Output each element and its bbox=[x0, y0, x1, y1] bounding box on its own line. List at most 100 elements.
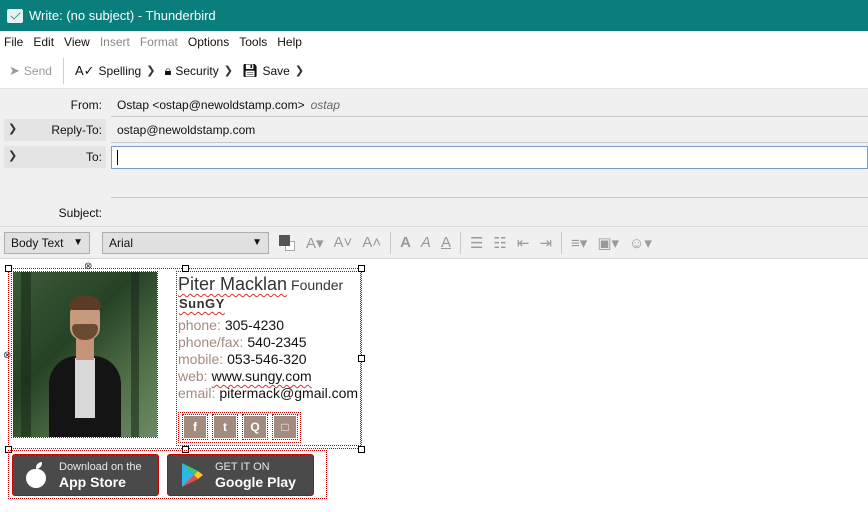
save-label: Save bbox=[262, 63, 290, 78]
thunderbird-compose-icon bbox=[7, 8, 23, 23]
contact-phone: phone: 305-4230 bbox=[178, 317, 284, 333]
font-value: Arial bbox=[109, 235, 134, 250]
resize-handle[interactable] bbox=[5, 265, 12, 272]
toolbar-separator bbox=[390, 231, 392, 254]
photo-neck bbox=[76, 338, 94, 360]
contact-key: web: bbox=[178, 368, 208, 384]
signature-name: Piter Macklan bbox=[178, 274, 288, 294]
google-play-small-text: GET IT ON bbox=[215, 460, 270, 473]
subject-label: Subject: bbox=[58, 206, 102, 220]
facebook-icon[interactable]: f bbox=[182, 414, 208, 440]
twitter-icon[interactable]: t bbox=[212, 414, 238, 440]
menu-help[interactable]: Help bbox=[277, 35, 302, 49]
resize-handle[interactable] bbox=[358, 446, 365, 453]
format-toolbar: Body Text ▼ Arial ▼ A▾ A˅ A˄ A A A ☰ ☷ ⇤… bbox=[0, 226, 868, 259]
text-color-button[interactable] bbox=[279, 234, 295, 251]
increase-font-size-icon[interactable]: A˄ bbox=[362, 234, 381, 251]
menu-file[interactable]: File bbox=[4, 35, 23, 49]
google-play-big-text: Google Play bbox=[215, 473, 296, 490]
apple-icon bbox=[25, 462, 47, 488]
menu-insert[interactable]: Insert bbox=[100, 35, 130, 49]
profile-photo[interactable] bbox=[13, 272, 157, 437]
contact-mobile: mobile: 053-546-320 bbox=[178, 351, 307, 367]
reply-to-label: Reply-To: bbox=[51, 123, 102, 137]
google-play-icon bbox=[179, 462, 205, 488]
save-icon: 💾︎ bbox=[241, 62, 259, 78]
menu-view[interactable]: View bbox=[64, 35, 90, 49]
title-bar: Write: (no subject) - Thunderbird bbox=[0, 0, 868, 31]
save-dropdown-chevron-down-icon[interactable]: ❯ bbox=[295, 64, 304, 77]
send-icon: ➤ bbox=[9, 62, 20, 78]
app-store-big-text: App Store bbox=[59, 473, 126, 490]
lock-icon: 🔒︎ bbox=[164, 62, 172, 78]
add-column-icon[interactable]: ⊗ bbox=[84, 261, 92, 272]
contact-web: web: www.sungy.com bbox=[178, 368, 312, 384]
spelling-button[interactable]: A✓ Spelling bbox=[72, 58, 144, 84]
toolbar-separator bbox=[459, 231, 461, 254]
contact-email-link[interactable]: pitermack@gmail.com bbox=[219, 385, 358, 401]
outdent-icon[interactable]: ⇤ bbox=[517, 234, 530, 252]
send-label: Send bbox=[23, 63, 52, 78]
address-headers: From: Ostap <ostap@newoldstamp.com> ostap… bbox=[0, 89, 868, 226]
resize-handle[interactable] bbox=[182, 265, 189, 272]
align-dropdown-icon[interactable]: ≡▾ bbox=[571, 234, 587, 252]
google-play-badge[interactable]: GET IT ON Google Play bbox=[167, 454, 314, 496]
bullet-list-icon[interactable]: ☰ bbox=[470, 234, 483, 252]
app-store-badge[interactable]: Download on the App Store bbox=[12, 454, 159, 496]
spelling-dropdown-chevron-down-icon[interactable]: ❯ bbox=[146, 64, 155, 77]
contact-value: 053-546-320 bbox=[227, 351, 307, 367]
compose-toolbar: ➤ Send A✓ Spelling ❯ 🔒︎ Security ❯ 💾︎ Sa… bbox=[0, 53, 868, 89]
contact-key: phone: bbox=[178, 317, 221, 333]
photo-shirt bbox=[75, 358, 95, 418]
resize-handle[interactable] bbox=[358, 265, 365, 272]
quora-icon[interactable]: Q bbox=[242, 414, 268, 440]
contact-web-link[interactable]: www.sungy.com bbox=[212, 368, 312, 384]
from-select[interactable]: Ostap <ostap@newoldstamp.com> ostap bbox=[117, 98, 340, 112]
toolbar-separator bbox=[561, 231, 563, 254]
save-button[interactable]: 💾︎ Save bbox=[239, 58, 293, 84]
chevron-down-icon: ▼ bbox=[252, 237, 262, 248]
spelling-label: Spelling bbox=[98, 63, 142, 78]
bold-icon[interactable]: A bbox=[400, 234, 411, 251]
resize-handle[interactable] bbox=[358, 355, 365, 362]
app-store-small-text: Download on the bbox=[59, 460, 142, 473]
contact-email: email: pitermack@gmail.com bbox=[178, 385, 358, 401]
underline-icon[interactable]: A bbox=[441, 234, 451, 251]
toolbar-separator bbox=[62, 57, 64, 84]
insert-image-dropdown-icon[interactable]: ▣▾ bbox=[597, 234, 619, 252]
spelling-icon: A✓ bbox=[74, 62, 95, 78]
security-dropdown-chevron-down-icon[interactable]: ❯ bbox=[224, 64, 233, 77]
font-size-dropdown-icon[interactable]: A▾ bbox=[306, 234, 324, 252]
numbered-list-icon[interactable]: ☷ bbox=[493, 234, 506, 252]
menu-edit[interactable]: Edit bbox=[33, 35, 54, 49]
shop-icon[interactable]: □ bbox=[272, 414, 298, 440]
from-nickname: ostap bbox=[310, 98, 340, 112]
italic-icon[interactable]: A bbox=[421, 234, 431, 251]
paragraph-style-value: Body Text bbox=[11, 235, 64, 250]
contact-key: email: bbox=[178, 385, 216, 401]
to-field[interactable] bbox=[111, 146, 868, 169]
divider bbox=[111, 116, 868, 117]
indent-icon[interactable]: ⇥ bbox=[539, 234, 552, 252]
font-select[interactable]: Arial ▼ bbox=[102, 231, 269, 254]
decrease-font-size-icon[interactable]: A˅ bbox=[334, 234, 353, 251]
chevron-down-icon: ▼ bbox=[73, 237, 83, 248]
menu-bar: File Edit View Insert Format Options Too… bbox=[0, 31, 868, 52]
subject-row: Subject: bbox=[0, 201, 868, 225]
menu-tools[interactable]: Tools bbox=[239, 35, 267, 49]
signature-title: Founder bbox=[291, 277, 344, 293]
menu-options[interactable]: Options bbox=[188, 35, 229, 49]
paragraph-style-select[interactable]: Body Text ▼ bbox=[4, 231, 90, 254]
send-button[interactable]: ➤ Send bbox=[6, 58, 55, 84]
text-caret bbox=[117, 150, 118, 165]
menu-format[interactable]: Format bbox=[140, 35, 178, 49]
signature-company: SunGY bbox=[179, 296, 225, 311]
security-button[interactable]: 🔒︎ Security bbox=[161, 58, 221, 84]
reply-to-row: Reply-To: ostap@newoldstamp.com bbox=[0, 118, 868, 142]
contact-key: phone/fax: bbox=[178, 334, 244, 350]
photo-tree bbox=[131, 272, 139, 437]
reply-to-field[interactable]: ostap@newoldstamp.com bbox=[117, 123, 255, 137]
add-row-icon[interactable]: ⊗ bbox=[3, 350, 11, 361]
insert-emoji-dropdown-icon[interactable]: ☺▾ bbox=[629, 234, 652, 252]
to-label: To: bbox=[85, 150, 102, 164]
